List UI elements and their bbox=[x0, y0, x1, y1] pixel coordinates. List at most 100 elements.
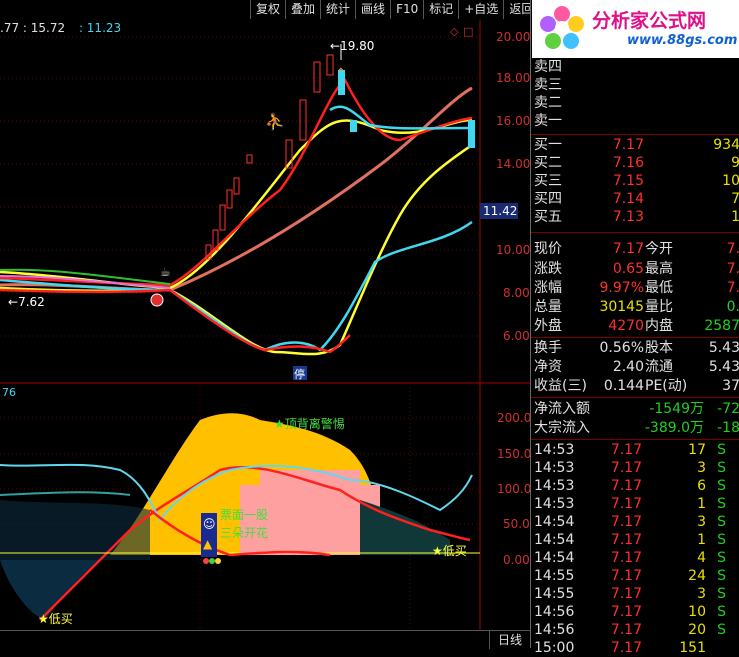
high-price-label: ←19.80 bbox=[330, 39, 374, 53]
stat-value: 7. bbox=[726, 280, 739, 296]
price-tick: 16.00 bbox=[496, 114, 530, 128]
stat-label: 内盘 bbox=[645, 318, 673, 334]
ma-line-cyan bbox=[0, 220, 473, 352]
tick-time: 15:00 bbox=[534, 640, 575, 656]
stat-value: 0.144 bbox=[603, 378, 644, 394]
indicator-title: 76 bbox=[2, 386, 16, 399]
buy1-vol: 934 bbox=[713, 137, 739, 153]
tick-row: 14:56 7.17 20 S bbox=[531, 621, 739, 639]
tick-time: 14:53 bbox=[534, 478, 575, 494]
menu-restore-rights[interactable]: 复权 bbox=[250, 0, 286, 19]
tick-time: 14:56 bbox=[534, 604, 575, 620]
tick-price: 7.17 bbox=[610, 622, 642, 638]
tick-side: S bbox=[717, 514, 726, 530]
tick-price: 7.17 bbox=[610, 496, 642, 512]
menu-f10[interactable]: F10 bbox=[390, 0, 424, 19]
cup-icon: ☕ bbox=[160, 265, 171, 279]
tick-volume: 10 bbox=[688, 604, 706, 620]
stat-label: 总量 bbox=[534, 299, 562, 315]
tick-volume: 4 bbox=[697, 550, 706, 566]
stat-label: 股本 bbox=[645, 340, 673, 356]
diamond-icon: ◇ bbox=[450, 25, 459, 38]
tick-side: S bbox=[717, 604, 726, 620]
menu-add-favorite[interactable]: +自选 bbox=[458, 0, 504, 19]
buy1-price: 7.17 bbox=[612, 137, 644, 153]
tick-price: 7.17 bbox=[610, 460, 642, 476]
stat-label: PE(动) bbox=[645, 378, 688, 394]
stat-value: 7. bbox=[726, 261, 739, 277]
toolbar-menu: 复权 叠加 统计 画线 F10 标记 +自选 返回 bbox=[250, 0, 539, 20]
tick-row: 14:53 7.17 6 S bbox=[531, 477, 739, 495]
stat-label: 量比 bbox=[645, 299, 673, 315]
stat-label: 今开 bbox=[645, 241, 673, 257]
menu-overlay[interactable]: 叠加 bbox=[285, 0, 321, 19]
buy1-label: 买一 bbox=[534, 137, 562, 153]
tick-row: 14:54 7.17 1 S bbox=[531, 531, 739, 549]
stat-label: 最低 bbox=[645, 280, 673, 296]
flow-label: 大宗流入 bbox=[534, 420, 590, 436]
close-icon[interactable]: □ bbox=[463, 25, 473, 38]
stat-label: 外盘 bbox=[534, 318, 562, 334]
stat-value: 9.97% bbox=[599, 280, 644, 296]
stat-value: 2.40 bbox=[612, 359, 644, 375]
tick-volume: 24 bbox=[688, 568, 706, 584]
tick-price: 7.17 bbox=[610, 604, 642, 620]
tick-time: 14:55 bbox=[534, 568, 575, 584]
tick-row: 14:55 7.17 24 S bbox=[531, 567, 739, 585]
tick-price: 7.17 bbox=[610, 442, 642, 458]
buy2-price: 7.16 bbox=[612, 155, 644, 171]
sell2-label: 卖二 bbox=[534, 95, 562, 111]
tick-time: 14:54 bbox=[534, 514, 575, 530]
ind-tick: 0.00 bbox=[503, 553, 530, 567]
tick-price: 7.17 bbox=[610, 532, 642, 548]
ind-tick: 100.0 bbox=[497, 482, 530, 496]
tick-price: 7.17 bbox=[610, 586, 642, 602]
menu-draw-line[interactable]: 画线 bbox=[355, 0, 391, 19]
tick-volume: 151 bbox=[679, 640, 706, 656]
stat-label: 涨跌 bbox=[534, 261, 562, 277]
tick-time: 14:54 bbox=[534, 532, 575, 548]
ind-tick: 200.0 bbox=[497, 411, 530, 425]
tick-side: S bbox=[717, 550, 726, 566]
annotation-low-buy-right: ★低买 bbox=[432, 544, 467, 558]
tick-side: S bbox=[717, 622, 726, 638]
menu-statistics[interactable]: 统计 bbox=[320, 0, 356, 19]
price-tick: 6.00 bbox=[503, 329, 530, 343]
tick-side: S bbox=[717, 568, 726, 584]
menu-mark[interactable]: 标记 bbox=[423, 0, 459, 19]
tick-row: 14:54 7.17 3 S bbox=[531, 513, 739, 531]
ind-tick: 150.0 bbox=[497, 447, 530, 461]
stat-label: 换手 bbox=[534, 340, 562, 356]
tick-row: 14:55 7.17 3 S bbox=[531, 585, 739, 603]
ind-tick: 50.0 bbox=[503, 517, 530, 531]
stat-label: 涨幅 bbox=[534, 280, 562, 296]
flow-value: -389.0万 bbox=[644, 420, 704, 436]
price-tick: 8.00 bbox=[503, 286, 530, 300]
tick-price: 7.17 bbox=[610, 550, 642, 566]
stat-value: 30145 bbox=[599, 299, 644, 315]
buy5-label: 买五 bbox=[534, 209, 562, 225]
tick-row: 14:54 7.17 4 S bbox=[531, 549, 739, 567]
stat-value: 4270 bbox=[608, 318, 644, 334]
tick-volume: 1 bbox=[697, 532, 706, 548]
ma-line-red-high bbox=[0, 78, 473, 287]
stop-label: 停 bbox=[294, 367, 305, 381]
annotation-box-text1: 票面一股 bbox=[220, 508, 268, 522]
site-logo: 分析家公式网 www.88gs.com bbox=[532, 0, 739, 58]
ma-line-yellow1 bbox=[0, 118, 473, 290]
tick-side: S bbox=[717, 460, 726, 476]
stat-label: 流通 bbox=[645, 359, 673, 375]
stat-value: 5.43 bbox=[708, 340, 739, 356]
indicator-axis: 200.0 150.0 100.0 50.0 0.00 bbox=[497, 411, 530, 567]
flow-value: -1549万 bbox=[649, 401, 704, 417]
logo-url[interactable]: www.88gs.com bbox=[627, 33, 737, 48]
buy3-vol: 10 bbox=[722, 173, 739, 189]
period-selector[interactable]: 日线 bbox=[488, 631, 530, 649]
tick-time: 14:53 bbox=[534, 496, 575, 512]
kline-chart[interactable]: 20.00 18.00 16.00 14.00 10.00 8.00 6.00 … bbox=[0, 20, 530, 630]
sell4-label: 卖四 bbox=[534, 59, 562, 75]
tick-side: S bbox=[717, 496, 726, 512]
tick-row: 15:00 7.17 151 bbox=[531, 639, 739, 657]
tick-row: 14:53 7.17 3 S bbox=[531, 459, 739, 477]
stat-value: 2587 bbox=[704, 318, 739, 334]
